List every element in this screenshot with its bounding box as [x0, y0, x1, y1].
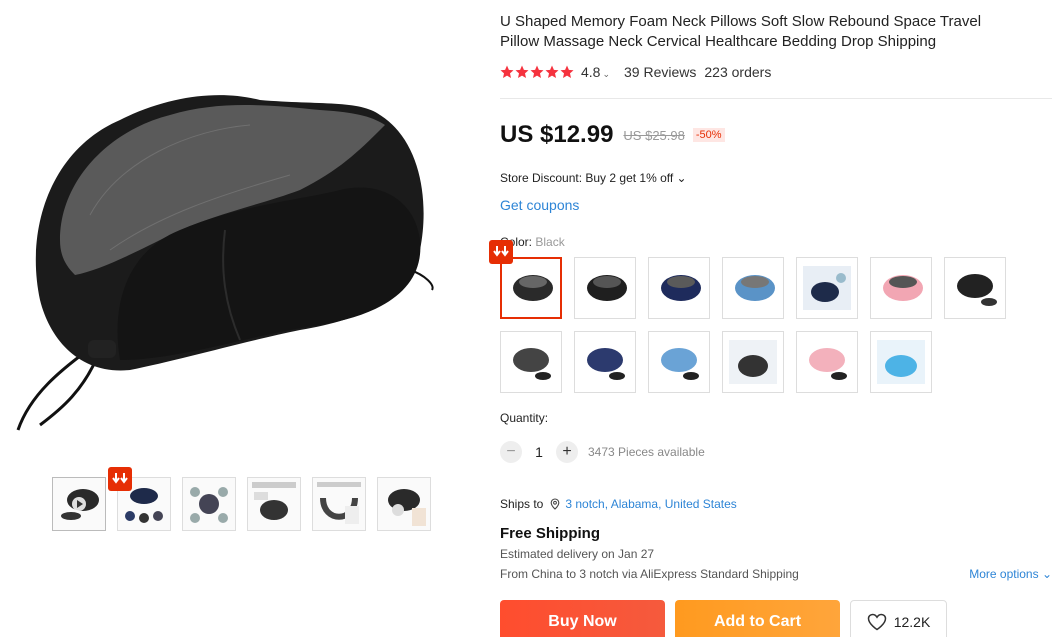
estimated-delivery: Estimated delivery on Jan 27 — [500, 547, 655, 561]
current-price: US $12.99 — [500, 121, 614, 148]
quantity-input[interactable]: 1 — [522, 444, 556, 460]
swatch-black-set[interactable] — [944, 257, 1006, 319]
quantity-minus-button[interactable]: − — [500, 441, 522, 463]
reviews-link[interactable]: 39 Reviews — [624, 64, 696, 80]
main-product-image[interactable] — [0, 0, 450, 460]
thumbnail-1[interactable] — [52, 477, 106, 531]
orders-count: 223 orders — [704, 64, 772, 80]
more-options-link[interactable]: More options ⌄ — [969, 567, 1052, 581]
rating-number: 4.8 — [581, 64, 601, 80]
wishlist-count: 12.2K — [893, 614, 931, 630]
store-discount[interactable]: Store Discount: Buy 2 get 1% off ⌄ — [500, 171, 1060, 185]
swatch-navy-set[interactable] — [796, 257, 858, 319]
swatch-sky-blue[interactable] — [870, 331, 932, 393]
thumbnail-5[interactable] — [312, 477, 366, 531]
ships-to-row: Ships to 3 notch, Alabama, United States — [500, 497, 1060, 511]
discount-badge: -50% — [692, 128, 725, 142]
rating-value[interactable]: 4.8 ⌄ — [581, 64, 610, 80]
star-icon — [500, 65, 514, 78]
get-coupons-link[interactable]: Get coupons — [500, 197, 1060, 213]
swatch-gray-box[interactable] — [722, 331, 784, 393]
thumbnail-6[interactable] — [377, 477, 431, 531]
heart-icon — [867, 613, 886, 631]
color-value: Black — [535, 235, 565, 249]
product-title: U Shaped Memory Foam Neck Pillows Soft S… — [500, 13, 982, 50]
thumbnail-4[interactable] — [247, 477, 301, 531]
swatch-black-gray[interactable] — [574, 257, 636, 319]
quantity-label: Quantity: — [500, 411, 549, 425]
rating-row: 4.8 ⌄ 39 Reviews 223 orders — [500, 62, 1060, 82]
swatch-gray-set[interactable] — [500, 331, 562, 393]
shipping-route-row: From China to 3 notch via AliExpress Sta… — [500, 567, 1052, 581]
free-shipping: Free Shipping — [500, 525, 601, 542]
star-icon — [530, 65, 544, 78]
product-info: U Shaped Memory Foam Neck Pillows Soft S… — [489, 0, 1060, 637]
star-icon — [545, 65, 559, 78]
shipping-route: From China to 3 notch via AliExpress Sta… — [500, 567, 799, 581]
original-price: US $25.98 — [623, 127, 685, 143]
location-pin-icon — [551, 498, 560, 510]
swatch-pink[interactable] — [870, 257, 932, 319]
divider — [500, 98, 1052, 99]
pieces-available: 3473 Pieces available — [588, 445, 705, 459]
ships-to-label: Ships to — [500, 497, 544, 511]
swatch-navy-mask[interactable] — [574, 331, 636, 393]
color-label: Color: Black — [500, 235, 1060, 249]
star-icon — [560, 65, 574, 78]
chevron-down-icon: ⌄ — [602, 69, 611, 79]
download-badge-icon — [108, 467, 132, 491]
add-to-cart-button[interactable]: Add to Cart — [675, 600, 840, 637]
ships-to-location[interactable]: 3 notch, Alabama, United States — [565, 497, 736, 511]
quantity-stepper: − 1 + 3473 Pieces available — [500, 441, 1060, 463]
price-row: US $12.99 US $25.98 -50% — [500, 121, 1060, 149]
swatch-blue-mask[interactable] — [648, 331, 710, 393]
star-rating[interactable] — [500, 65, 574, 79]
color-swatches — [500, 257, 1060, 393]
swatch-black[interactable] — [500, 257, 562, 319]
swatch-pink-mask[interactable] — [796, 331, 858, 393]
swatch-light-blue[interactable] — [722, 257, 784, 319]
buy-now-button[interactable]: Buy Now — [500, 600, 665, 637]
action-buttons: Buy Now Add to Cart 12.2K — [500, 600, 1060, 637]
thumbnail-3[interactable] — [182, 477, 236, 531]
download-badge-icon — [489, 240, 513, 264]
quantity-plus-button[interactable]: + — [556, 441, 578, 463]
wishlist-button[interactable]: 12.2K — [850, 600, 947, 637]
swatch-navy[interactable] — [648, 257, 710, 319]
star-icon — [515, 65, 529, 78]
